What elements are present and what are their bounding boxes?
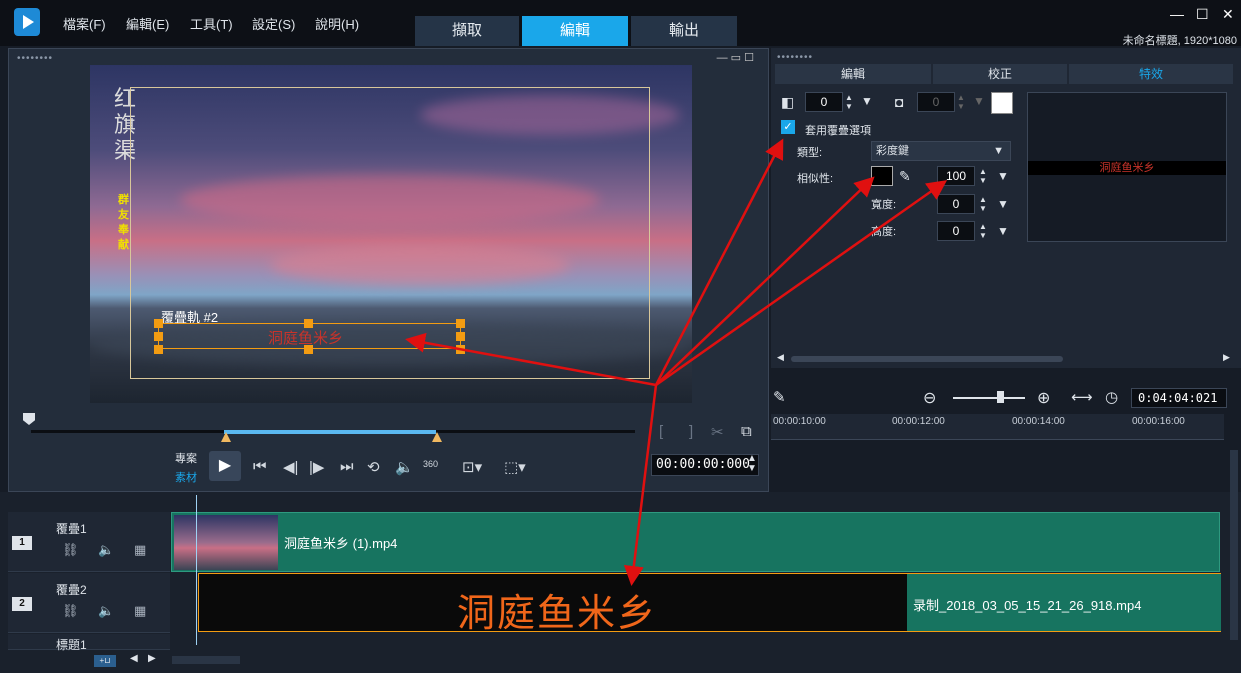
annotation-arrow — [655, 180, 948, 387]
annotation-arrow — [623, 384, 658, 586]
annotation-arrow — [655, 176, 875, 386]
annotation-arrow — [405, 332, 657, 387]
annotation-arrows — [405, 138, 948, 586]
annotation-arrow — [654, 138, 784, 386]
